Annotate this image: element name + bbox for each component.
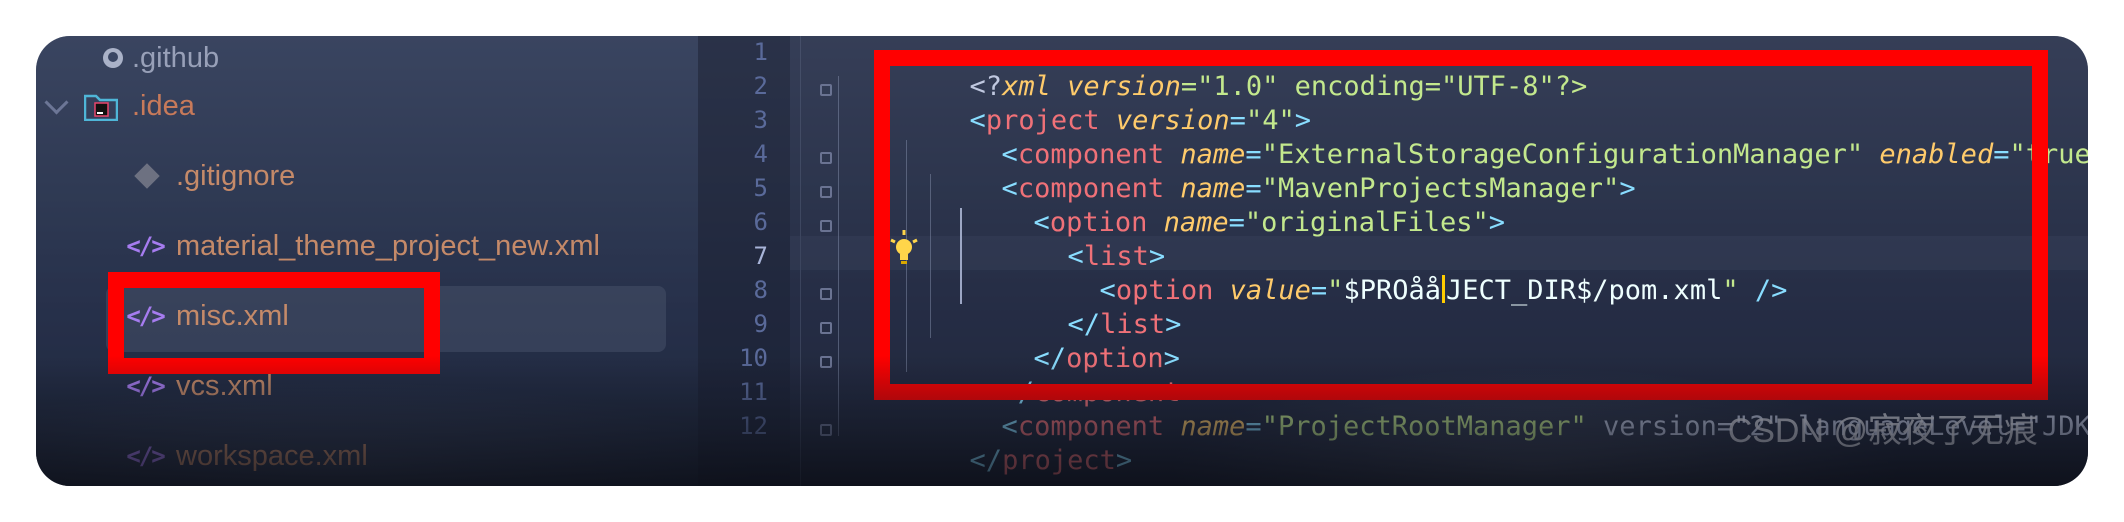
token: > bbox=[1115, 445, 1133, 476]
tree-item-material-theme[interactable]: </> material_theme_project_new.xml bbox=[36, 216, 698, 276]
tree-item-workspace[interactable]: </> workspace.xml bbox=[36, 426, 698, 486]
code-line-12: </project> bbox=[872, 410, 1133, 476]
token: project bbox=[1002, 445, 1116, 476]
fold-marker[interactable] bbox=[820, 84, 832, 96]
xml-file-icon: </> bbox=[126, 372, 165, 400]
annotation-box-code bbox=[874, 50, 2048, 400]
line-number: 11 bbox=[739, 378, 768, 406]
tree-item-label: workspace.xml bbox=[176, 439, 368, 472]
fold-marker[interactable] bbox=[820, 220, 832, 232]
intellij-folder-icon bbox=[84, 89, 118, 123]
token: </ bbox=[969, 445, 1003, 476]
fold-marker[interactable] bbox=[820, 356, 832, 368]
gitignore-icon bbox=[130, 159, 164, 193]
tree-item-label: .gitignore bbox=[176, 159, 296, 192]
xml-file-icon: </> bbox=[126, 232, 165, 260]
github-icon bbox=[96, 41, 130, 75]
line-number: 4 bbox=[753, 140, 768, 168]
tree-item-label: material_theme_project_new.xml bbox=[176, 229, 600, 262]
token: name bbox=[1180, 411, 1246, 442]
fold-marker[interactable] bbox=[820, 288, 832, 300]
line-number: 2 bbox=[753, 72, 768, 100]
line-number: 10 bbox=[739, 344, 768, 372]
tree-item-gitignore[interactable]: .gitignore bbox=[36, 146, 698, 206]
tree-item-label: vcs.xml bbox=[176, 369, 273, 402]
line-number: 5 bbox=[753, 174, 768, 202]
line-number: 9 bbox=[753, 310, 768, 338]
fold-marker[interactable] bbox=[820, 424, 832, 436]
xml-file-icon: </> bbox=[126, 442, 165, 470]
token: "ProjectRootManager" bbox=[1261, 411, 1587, 442]
tree-item-label: .idea bbox=[132, 89, 195, 122]
line-number: 12 bbox=[739, 412, 768, 440]
watermark: CSDN @寂夜了无痕 bbox=[1727, 412, 2038, 450]
indent-guide bbox=[838, 76, 839, 436]
fold-marker[interactable] bbox=[820, 186, 832, 198]
ide-window: .github .idea .gitignore </> material_th… bbox=[36, 36, 2088, 486]
fold-marker[interactable] bbox=[820, 152, 832, 164]
chevron-down-icon bbox=[44, 90, 69, 115]
line-number-current: 7 bbox=[753, 242, 768, 270]
line-number: 8 bbox=[753, 276, 768, 304]
annotation-box-misc bbox=[108, 272, 440, 374]
tree-item-label: .github bbox=[132, 41, 220, 74]
line-number: 1 bbox=[753, 38, 768, 66]
line-number: 3 bbox=[753, 106, 768, 134]
fold-marker[interactable] bbox=[820, 322, 832, 334]
project-tree: .github .idea .gitignore </> material_th… bbox=[36, 36, 698, 486]
tree-item-idea[interactable]: .idea bbox=[36, 76, 698, 136]
line-number: 6 bbox=[753, 208, 768, 236]
token: = bbox=[1245, 411, 1262, 442]
